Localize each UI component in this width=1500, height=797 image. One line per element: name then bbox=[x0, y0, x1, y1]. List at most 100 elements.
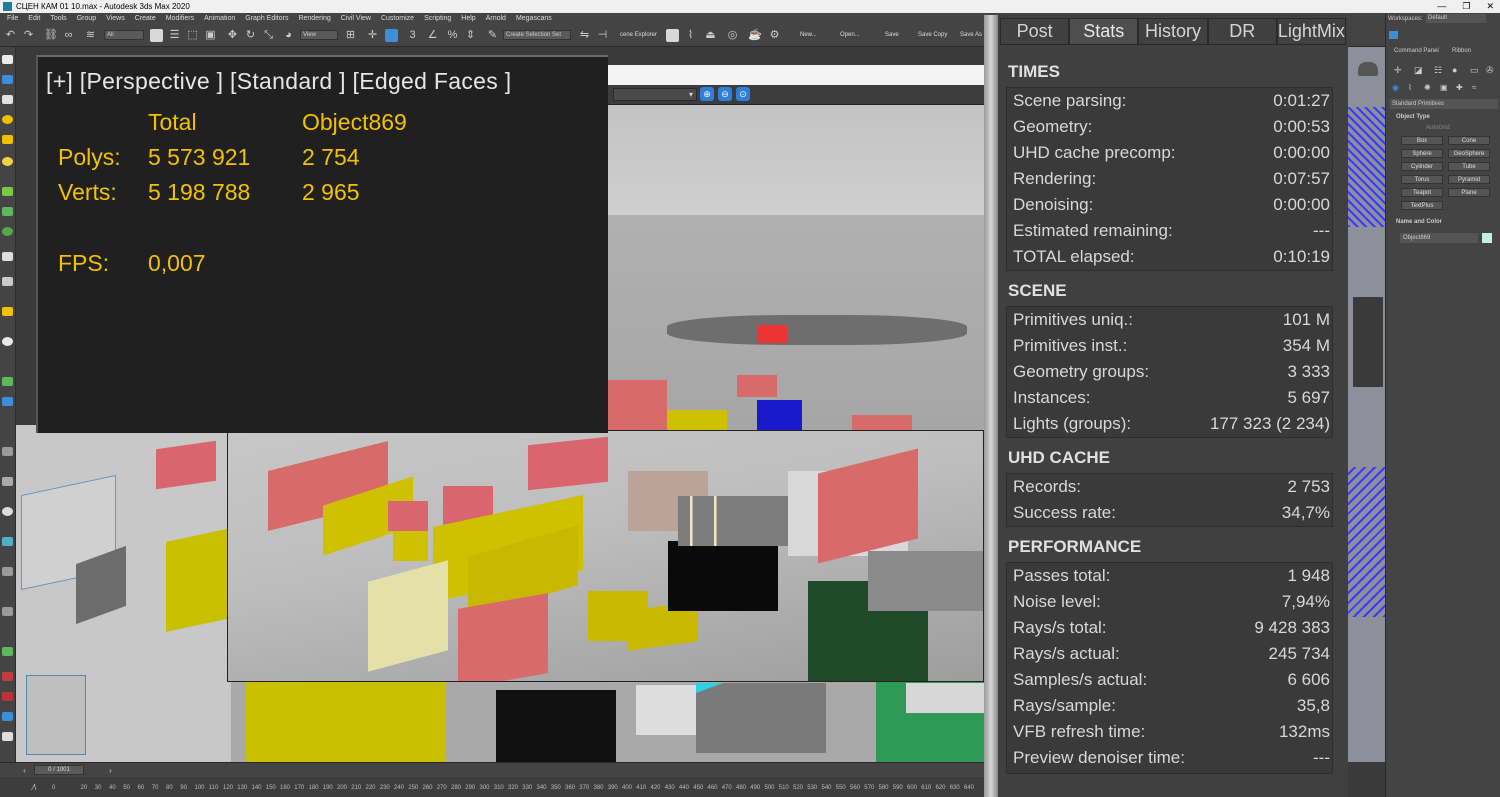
hierarchy-tab-icon[interactable]: ☷ bbox=[1434, 65, 1442, 76]
select-by-name-icon[interactable]: ☰ bbox=[168, 29, 181, 42]
proxy-icon[interactable] bbox=[2, 277, 13, 286]
create-tab-icon[interactable]: ✛ bbox=[1394, 65, 1402, 76]
menu-group[interactable]: Group bbox=[72, 13, 101, 25]
open-button[interactable]: Open... bbox=[840, 32, 860, 38]
display-tab-icon[interactable]: ▭ bbox=[1470, 65, 1479, 76]
object-color-swatch[interactable] bbox=[1482, 233, 1492, 243]
bulb-icon[interactable] bbox=[2, 307, 13, 316]
vray-icon[interactable] bbox=[2, 672, 13, 681]
link-icon[interactable]: ⛓ bbox=[44, 29, 58, 42]
render-frame-icon[interactable]: ⚙ bbox=[768, 29, 781, 42]
box-icon[interactable] bbox=[2, 95, 13, 104]
next-frame-icon[interactable]: › bbox=[104, 764, 117, 777]
time-slider[interactable]: ‹ 0 / 1001 › bbox=[0, 762, 984, 777]
save-button[interactable]: Save bbox=[885, 32, 899, 38]
menu-civil-view[interactable]: Civil View bbox=[336, 13, 376, 25]
display-icon[interactable] bbox=[2, 567, 13, 576]
rect-selection-icon[interactable]: ⬚ bbox=[186, 29, 199, 42]
percent-snap-icon[interactable]: % bbox=[446, 29, 459, 42]
spinner-snap-icon[interactable]: ⇕ bbox=[464, 29, 477, 42]
vfb-channel-dropdown[interactable]: ▾ bbox=[613, 88, 697, 101]
cone-button[interactable]: Cone bbox=[1448, 136, 1490, 145]
menu-megascans[interactable]: Megascans bbox=[511, 13, 557, 25]
vfb-icon[interactable] bbox=[2, 692, 13, 701]
align-icon[interactable]: ⊣ bbox=[596, 29, 609, 42]
menu-edit[interactable]: Edit bbox=[23, 13, 45, 25]
pyramid-button[interactable]: Pyramid bbox=[1448, 175, 1490, 184]
category-dropdown[interactable]: Standard Primitives bbox=[1390, 99, 1498, 109]
workspace-dropdown[interactable]: Default bbox=[1426, 14, 1486, 23]
place-icon[interactable]: ◕ bbox=[282, 29, 295, 42]
moon-icon[interactable] bbox=[2, 337, 13, 346]
right-viewport-sliver[interactable] bbox=[1348, 47, 1385, 762]
torus-button[interactable]: Torus bbox=[1401, 175, 1443, 184]
camera-icon[interactable] bbox=[2, 75, 13, 84]
save-copy-button[interactable]: Save Copy bbox=[918, 32, 947, 38]
object-name-field[interactable]: Object869 bbox=[1400, 233, 1478, 243]
bind-space-warp-icon[interactable]: ≋ bbox=[84, 29, 97, 42]
spacewarps-icon[interactable]: ≈ bbox=[1472, 83, 1476, 92]
panel-icon[interactable] bbox=[1389, 31, 1398, 39]
pivot-icon[interactable]: ⊞ bbox=[344, 29, 357, 42]
plane-button[interactable]: Plane bbox=[1448, 188, 1490, 197]
menu-scripting[interactable]: Scripting bbox=[419, 13, 456, 25]
modify-tab-icon[interactable]: ◪ bbox=[1414, 65, 1423, 76]
box-button[interactable]: Box bbox=[1401, 136, 1443, 145]
menu-file[interactable]: File bbox=[2, 13, 23, 25]
teapot-button[interactable]: Teapot bbox=[1401, 188, 1443, 197]
tab-stats[interactable]: Stats bbox=[1069, 18, 1139, 44]
menu-arnold[interactable]: Arnold bbox=[481, 13, 511, 25]
undo-icon[interactable]: ↶ bbox=[4, 29, 17, 42]
tree-icon[interactable] bbox=[2, 187, 13, 196]
menu-tools[interactable]: Tools bbox=[45, 13, 71, 25]
menu-help[interactable]: Help bbox=[456, 13, 480, 25]
select-object-icon[interactable] bbox=[150, 29, 163, 42]
cameras-icon[interactable]: ▣ bbox=[1440, 83, 1448, 92]
zoom-fit-icon[interactable]: ⊕ bbox=[700, 87, 714, 101]
expand-icon[interactable] bbox=[2, 647, 13, 656]
textplus-button[interactable]: TextPlus bbox=[1401, 201, 1443, 210]
redo-icon[interactable]: ↷ bbox=[22, 29, 35, 42]
tab-lightmix[interactable]: LightMix bbox=[1276, 18, 1347, 44]
keyboard-shortcut-override-icon[interactable] bbox=[385, 29, 398, 42]
layer-icon[interactable] bbox=[2, 477, 13, 486]
selection-filter-dropdown[interactable]: All bbox=[104, 30, 144, 40]
create-icon[interactable] bbox=[2, 55, 13, 64]
window-crossing-icon[interactable]: ▣ bbox=[204, 29, 217, 42]
zoom-out-icon[interactable]: ⊖ bbox=[718, 87, 732, 101]
track-bar[interactable]: ⁄\ 0 20 30 40 50 60 70 80 90 100 110 120 130 140 150 16… bbox=[0, 777, 984, 797]
light-icon[interactable] bbox=[2, 115, 13, 124]
menu-graph-editors[interactable]: Graph Editors bbox=[240, 13, 293, 25]
menu-animation[interactable]: Animation bbox=[199, 13, 240, 25]
motion-tab-icon[interactable]: ● bbox=[1452, 65, 1457, 75]
close-button[interactable]: ✕ bbox=[1486, 0, 1494, 13]
helpers-icon[interactable]: ✚ bbox=[1456, 83, 1463, 92]
viewport-label[interactable]: [+] [Perspective ] [Standard ] [Edged Fa… bbox=[46, 68, 511, 95]
menu-create[interactable]: Create bbox=[130, 13, 161, 25]
forest-icon[interactable] bbox=[2, 227, 13, 236]
utility-icon[interactable] bbox=[2, 607, 13, 616]
shapes-icon[interactable]: ⌇ bbox=[1408, 83, 1412, 92]
geometry-icon[interactable]: ◉ bbox=[1392, 83, 1399, 92]
utilities-tab-icon[interactable]: ✇ bbox=[1486, 65, 1494, 76]
tab-post[interactable]: Post bbox=[1000, 18, 1070, 44]
menu-rendering[interactable]: Rendering bbox=[293, 13, 335, 25]
unlink-icon[interactable]: ∞ bbox=[62, 29, 75, 42]
frame-buffer-icon[interactable] bbox=[2, 712, 13, 721]
render-setup-icon[interactable]: ☕ bbox=[748, 29, 762, 42]
teapot-icon[interactable] bbox=[2, 537, 13, 546]
name-and-color-title[interactable]: Name and Color bbox=[1396, 219, 1442, 225]
helper-icon[interactable] bbox=[2, 135, 13, 144]
cylinder-button[interactable]: Cylinder bbox=[1401, 162, 1443, 171]
lights-icon[interactable]: ✺ bbox=[1424, 83, 1431, 92]
save-as-button[interactable]: Save As bbox=[960, 32, 982, 38]
scene-explorer-label[interactable]: cene Explorer bbox=[620, 32, 657, 38]
tab-command-panel[interactable]: Command Panel bbox=[1394, 48, 1439, 54]
curve-editor-icon[interactable]: ⌇ bbox=[684, 29, 697, 42]
snaps-toggle-icon[interactable]: 3 bbox=[406, 29, 419, 42]
edit-named-selection-icon[interactable]: ✎ bbox=[486, 29, 499, 42]
restore-button[interactable]: ❐ bbox=[1462, 0, 1470, 13]
menu-modifiers[interactable]: Modifiers bbox=[161, 13, 199, 25]
render-icon[interactable] bbox=[2, 397, 13, 406]
material-editor-icon[interactable]: ◎ bbox=[726, 29, 739, 42]
